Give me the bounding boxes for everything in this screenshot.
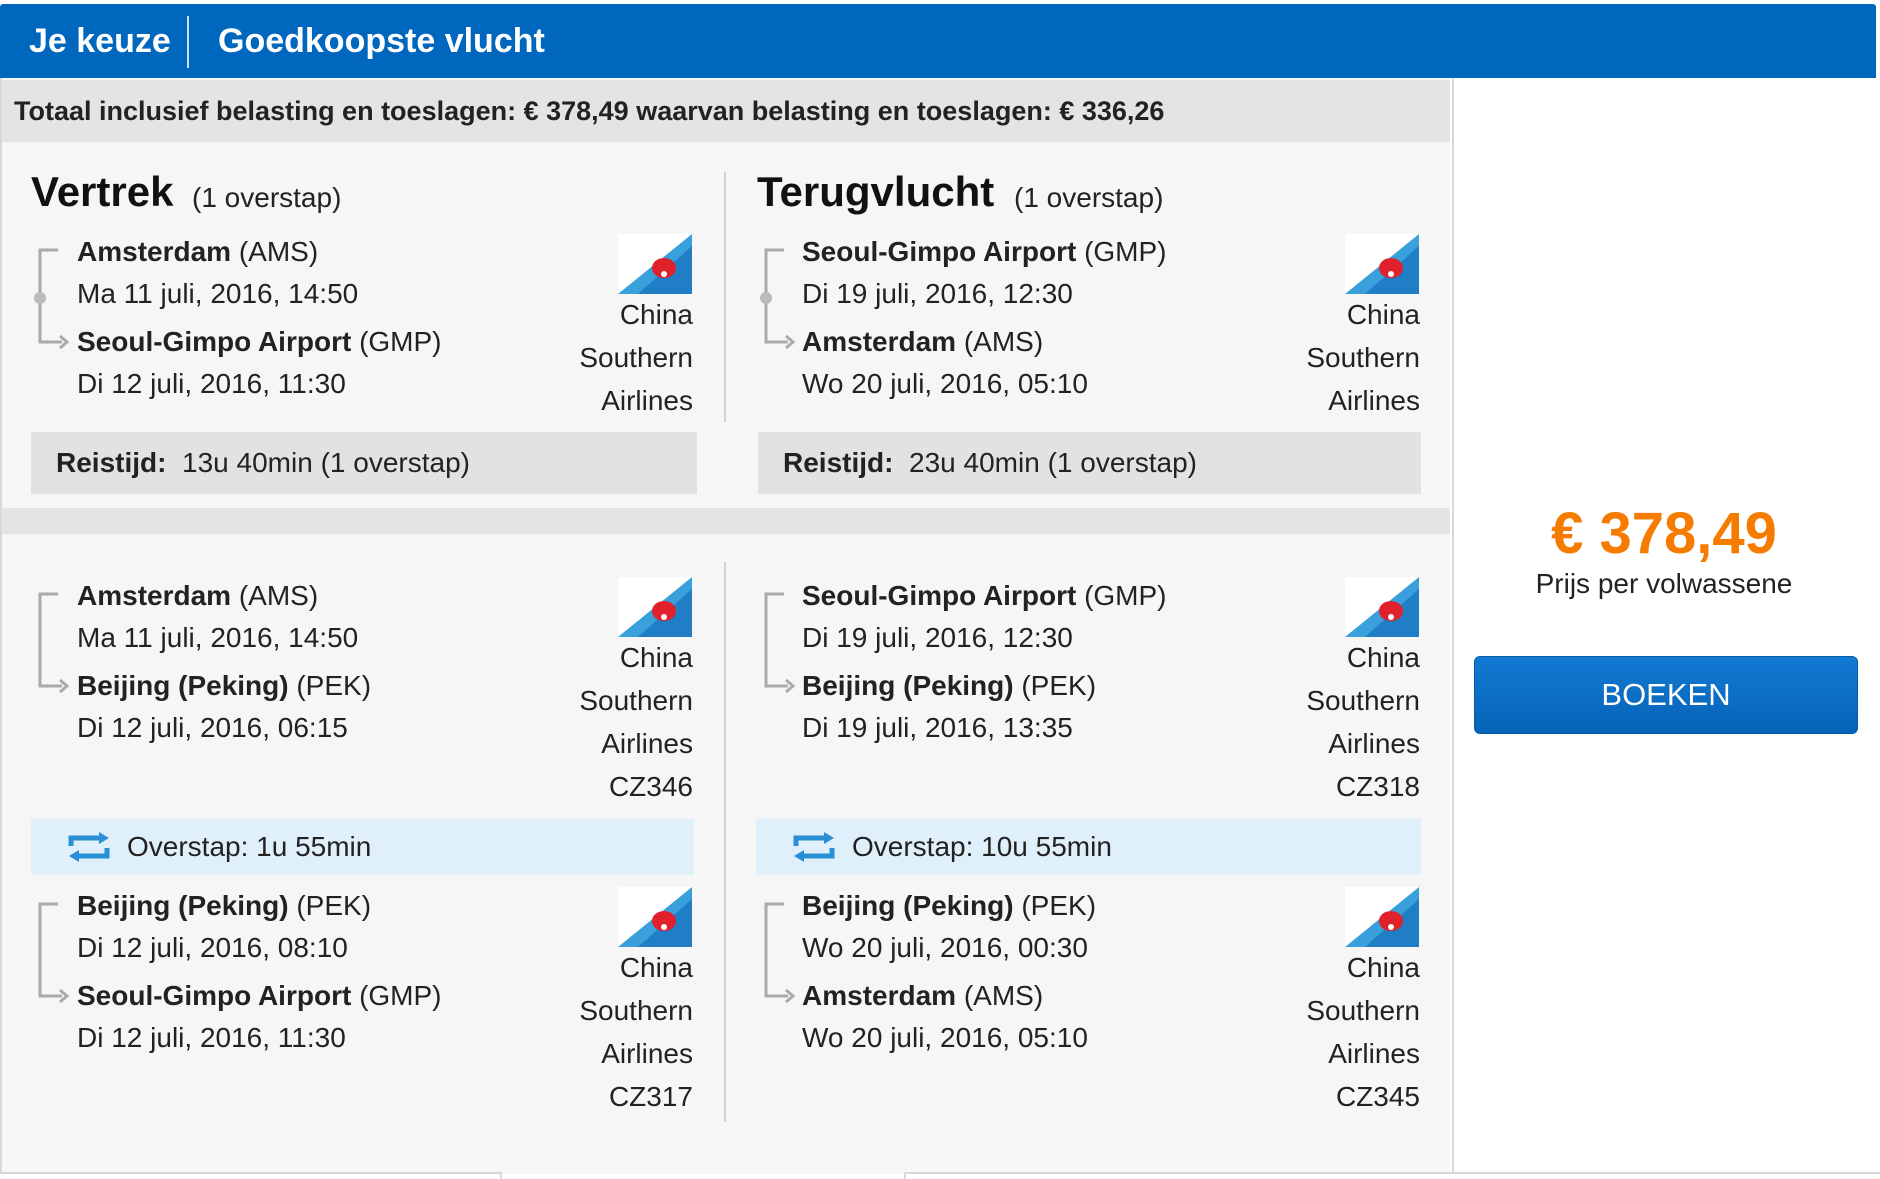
inbound-seg1-arrive-time: Di 19 juli, 2016, 13:35 <box>802 712 1073 743</box>
outbound-seg1-airline: China Southern Airlines CZ346 <box>579 642 693 802</box>
outbound-summary-arrive-time: Di 12 juli, 2016, 11:30 <box>77 368 346 399</box>
outbound-seg1-to: Beijing (Peking) (PEK) <box>77 670 372 701</box>
outbound-seg2-arrive-time: Di 12 juli, 2016, 11:30 <box>77 1022 346 1053</box>
china-southern-logo-icon <box>1345 577 1419 637</box>
outbound-seg2-to: Seoul-Gimpo Airport (GMP) <box>77 980 442 1011</box>
inbound-duration: Reistijd: 23u 40min (1 overstap) <box>758 432 1421 494</box>
outbound-summary-from: Amsterdam (AMS) <box>77 236 319 267</box>
china-southern-logo-icon <box>618 577 692 637</box>
inbound-seg1-depart-time: Di 19 juli, 2016, 12:30 <box>802 622 1073 653</box>
china-southern-logo-icon <box>618 887 692 947</box>
inbound-summary-to: Amsterdam (AMS) <box>802 326 1044 357</box>
inbound-seg2-depart-time: Wo 20 juli, 2016, 00:30 <box>802 932 1088 963</box>
route-bracket-icon <box>764 902 796 1004</box>
outbound-transfer: Overstap: 1u 55min <box>31 819 694 875</box>
inbound-seg1-airline: China Southern Airlines CZ318 <box>1306 642 1420 802</box>
inbound-summary-arrive-time: Wo 20 juli, 2016, 05:10 <box>802 368 1088 399</box>
section-divider <box>2 508 1450 534</box>
header-divider <box>187 16 189 68</box>
china-southern-logo-icon <box>1345 234 1419 294</box>
inbound-stops: (1 overstap) <box>1014 182 1164 213</box>
outbound-seg1-arrive-time: Di 12 juli, 2016, 06:15 <box>77 712 348 743</box>
route-bracket-icon <box>764 592 796 694</box>
total-price-bar: Totaal inclusief belasting en toeslagen:… <box>2 80 1450 142</box>
column-divider <box>724 172 726 422</box>
bottom-tab-edge <box>0 1172 502 1179</box>
outbound-seg2-depart-time: Di 12 juli, 2016, 08:10 <box>77 932 348 963</box>
inbound-title: Terugvlucht <box>757 168 995 215</box>
transfer-arrows-icon <box>793 832 835 862</box>
china-southern-logo-icon <box>1345 887 1419 947</box>
china-southern-logo-icon <box>618 234 692 294</box>
price-panel <box>1452 78 1876 1174</box>
column-divider <box>724 562 726 1122</box>
price-amount: € 378,49 <box>1551 501 1777 566</box>
inbound-seg1-to: Beijing (Peking) (PEK) <box>802 670 1097 701</box>
outbound-summary-to: Seoul-Gimpo Airport (GMP) <box>77 326 442 357</box>
route-bracket-icon <box>760 248 796 350</box>
bottom-tab-edge <box>904 1172 1880 1179</box>
inbound-summary-depart-time: Di 19 juli, 2016, 12:30 <box>802 278 1073 309</box>
inbound-summary-airline: China Southern Airlines <box>1306 299 1420 416</box>
outbound-seg2-from: Beijing (Peking) (PEK) <box>77 890 372 921</box>
route-bracket-icon <box>34 248 70 350</box>
tab-je-keuze[interactable]: Je keuze <box>29 4 171 78</box>
inbound-seg2-to: Amsterdam (AMS) <box>802 980 1044 1011</box>
inbound-seg1-from: Seoul-Gimpo Airport (GMP) <box>802 580 1167 611</box>
header-bar: Je keuze Goedkoopste vlucht <box>0 4 1876 78</box>
inbound-summary-from: Seoul-Gimpo Airport (GMP) <box>802 236 1167 267</box>
outbound-seg2-airline: China Southern Airlines CZ317 <box>579 952 693 1112</box>
outbound-title: Vertrek <box>31 168 174 215</box>
transfer-arrows-icon <box>68 832 110 862</box>
outbound-summary-depart-time: Ma 11 juli, 2016, 14:50 <box>77 278 359 309</box>
inbound-seg2-from: Beijing (Peking) (PEK) <box>802 890 1097 921</box>
outbound-stops: (1 overstap) <box>192 182 342 213</box>
route-bracket-icon <box>38 902 70 1004</box>
inbound-transfer: Overstap: 10u 55min <box>756 819 1421 875</box>
tab-goedkoopste-vlucht[interactable]: Goedkoopste vlucht <box>218 4 545 78</box>
book-button[interactable]: BOEKEN <box>1474 656 1858 734</box>
price-per-adult-label: Prijs per volwassene <box>1535 568 1793 599</box>
route-bracket-icon <box>38 592 70 694</box>
inbound-seg2-airline: China Southern Airlines CZ345 <box>1306 952 1420 1112</box>
outbound-seg1-from: Amsterdam (AMS) <box>77 580 319 611</box>
outbound-seg1-depart-time: Ma 11 juli, 2016, 14:50 <box>77 622 359 653</box>
outbound-duration: Reistijd: 13u 40min (1 overstap) <box>31 432 697 494</box>
inbound-seg2-arrive-time: Wo 20 juli, 2016, 05:10 <box>802 1022 1088 1053</box>
outbound-summary-airline: China Southern Airlines <box>579 299 693 416</box>
